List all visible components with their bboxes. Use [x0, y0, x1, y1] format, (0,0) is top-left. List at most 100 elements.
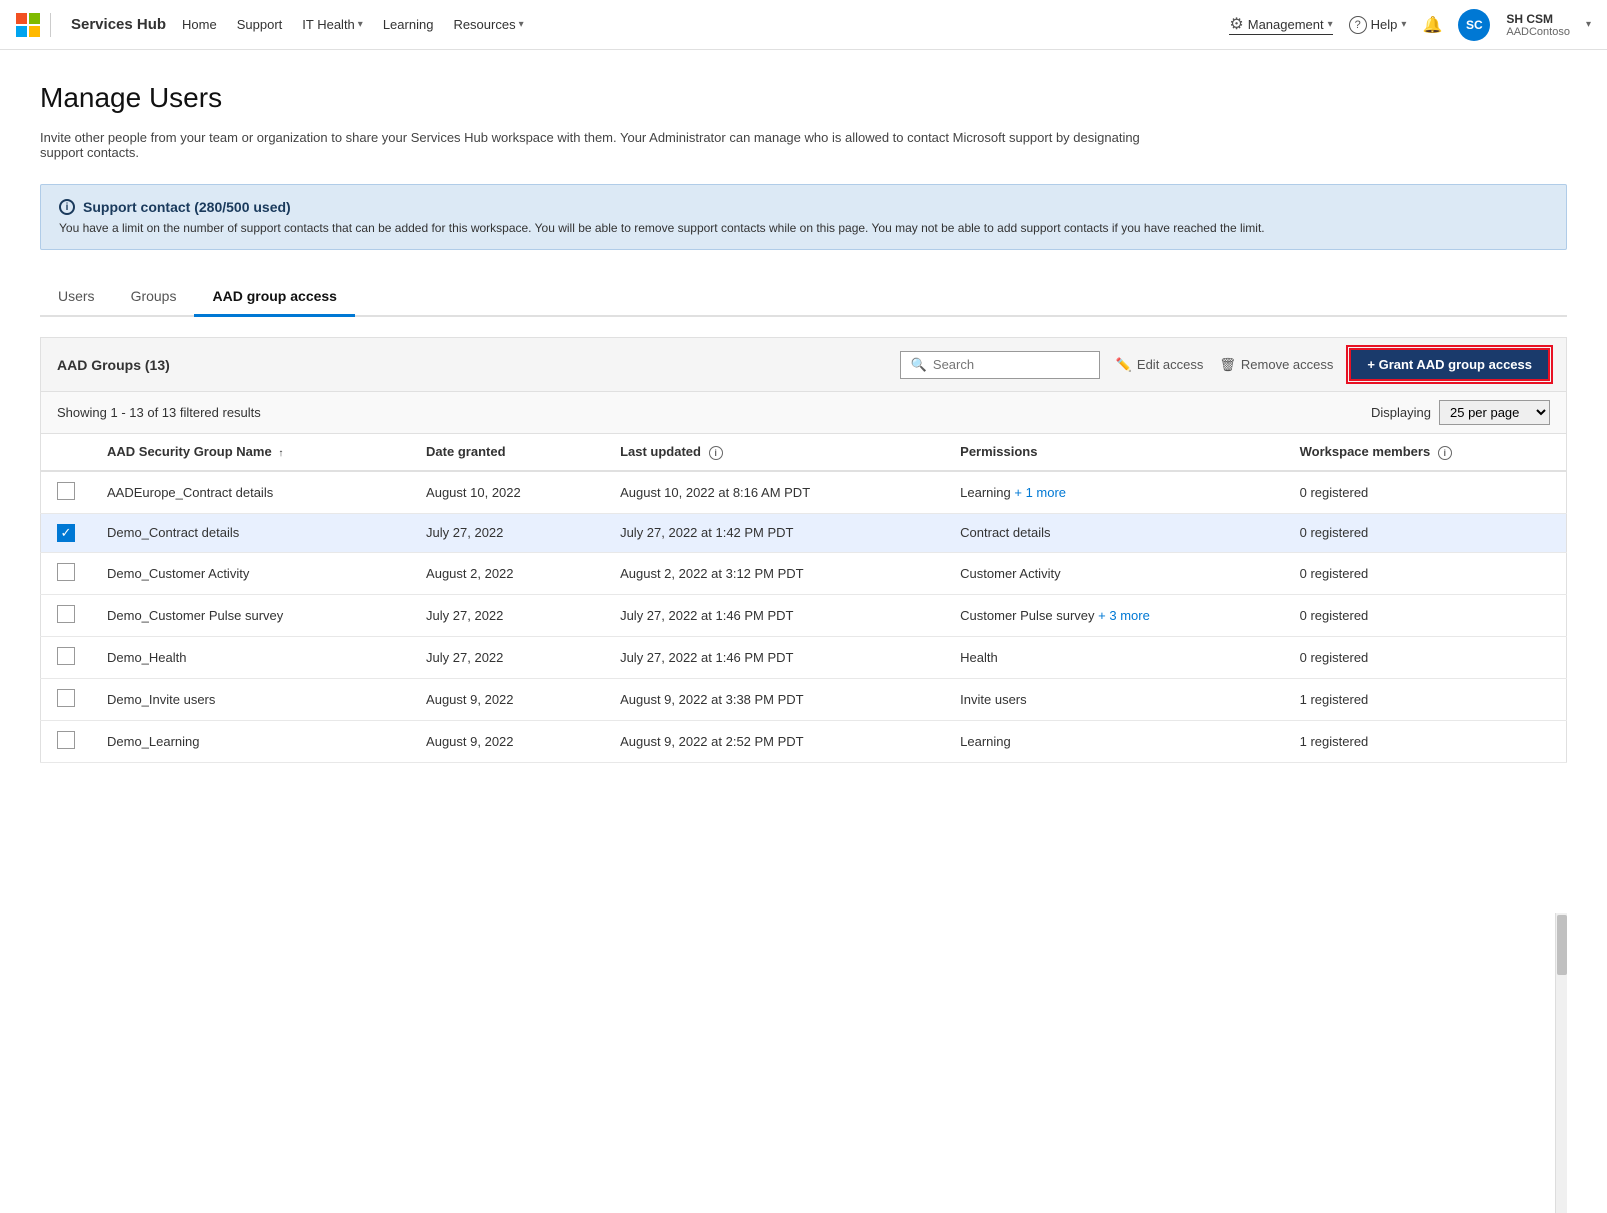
row-checkbox[interactable]	[57, 689, 75, 707]
row-date-granted: August 9, 2022	[410, 720, 604, 762]
row-last-updated: August 9, 2022 at 3:38 PM PDT	[604, 678, 944, 720]
col-last-updated[interactable]: Last updated i	[604, 434, 944, 471]
row-workspace-members: 1 registered	[1284, 678, 1567, 720]
row-group-name: Demo_Customer Activity	[91, 552, 410, 594]
row-permissions: Learning	[944, 720, 1283, 762]
brand-name: Services Hub	[71, 16, 166, 33]
row-checkbox[interactable]	[57, 647, 75, 665]
row-last-updated: July 27, 2022 at 1:42 PM PDT	[604, 513, 944, 552]
grant-aad-group-access-button[interactable]: + Grant AAD group access	[1349, 348, 1550, 381]
permissions-extra-link[interactable]: + 1 more	[1011, 485, 1066, 500]
page-title: Manage Users	[40, 82, 1567, 114]
toolbar-actions: ✏️ Edit access 🗑 Remove access + Grant A…	[1116, 348, 1550, 381]
page-description: Invite other people from your team or or…	[40, 130, 1140, 160]
edit-icon: ✏️	[1116, 357, 1132, 373]
table-row: Demo_Invite usersAugust 9, 2022August 9,…	[41, 678, 1567, 720]
tab-groups[interactable]: Groups	[113, 278, 195, 317]
edit-access-button[interactable]: ✏️ Edit access	[1116, 357, 1204, 373]
last-updated-info-icon[interactable]: i	[709, 446, 723, 460]
col-name[interactable]: AAD Security Group Name ↑	[91, 434, 410, 471]
notifications-icon[interactable]: 🔔	[1422, 15, 1442, 35]
trash-icon: 🗑	[1219, 357, 1236, 373]
row-last-updated: August 10, 2022 at 8:16 AM PDT	[604, 471, 944, 514]
table-toolbar: AAD Groups (13) 🔍 ✏️ Edit access 🗑 Remov…	[40, 337, 1567, 391]
row-checkbox[interactable]	[57, 605, 75, 623]
row-permissions: Health	[944, 636, 1283, 678]
nav-learning[interactable]: Learning	[383, 17, 434, 32]
row-date-granted: August 2, 2022	[410, 552, 604, 594]
col-checkbox	[41, 434, 92, 471]
per-page-select: Displaying 25 per page 50 per page 100 p…	[1371, 400, 1550, 425]
microsoft-logo	[16, 13, 40, 37]
row-date-granted: August 9, 2022	[410, 678, 604, 720]
displaying-label: Displaying	[1371, 405, 1431, 420]
nav-it-health[interactable]: IT Health ▾	[302, 17, 363, 32]
col-permissions: Permissions	[944, 434, 1283, 471]
row-workspace-members: 0 registered	[1284, 636, 1567, 678]
row-checkbox[interactable]	[57, 731, 75, 749]
search-box[interactable]: 🔍	[900, 351, 1100, 379]
row-workspace-members: 0 registered	[1284, 594, 1567, 636]
permissions-extra-link[interactable]: + 3 more	[1095, 608, 1150, 623]
help-button[interactable]: ? Help ▾	[1349, 16, 1407, 34]
workspace-members-info-icon[interactable]: i	[1438, 446, 1452, 460]
sort-asc-icon: ↑	[278, 448, 283, 459]
row-workspace-members: 1 registered	[1284, 720, 1567, 762]
table-row: Demo_Customer ActivityAugust 2, 2022Augu…	[41, 552, 1567, 594]
row-permissions: Customer Pulse survey + 3 more	[944, 594, 1283, 636]
it-health-chevron-icon: ▾	[358, 19, 363, 30]
header-right: ⚙ Management ▾ ? Help ▾ 🔔 SC SH CSM AADC…	[1229, 9, 1591, 41]
row-checkbox[interactable]	[57, 563, 75, 581]
row-last-updated: August 2, 2022 at 3:12 PM PDT	[604, 552, 944, 594]
row-checkbox[interactable]: ✓	[57, 524, 75, 542]
row-workspace-members: 0 registered	[1284, 552, 1567, 594]
search-input[interactable]	[933, 357, 1089, 372]
resources-chevron-icon: ▾	[519, 19, 524, 30]
row-group-name: Demo_Contract details	[91, 513, 410, 552]
support-banner-title: i Support contact (280/500 used)	[59, 199, 1548, 215]
row-checkbox[interactable]	[57, 482, 75, 500]
row-date-granted: August 10, 2022	[410, 471, 604, 514]
user-org: AADContoso	[1506, 26, 1570, 38]
col-date-granted[interactable]: Date granted	[410, 434, 604, 471]
tab-users[interactable]: Users	[40, 278, 113, 317]
info-icon: i	[59, 199, 75, 215]
table-container: AAD Security Group Name ↑ Date granted L…	[40, 433, 1567, 763]
row-date-granted: July 27, 2022	[410, 513, 604, 552]
user-chevron-icon: ▾	[1586, 19, 1591, 30]
nav-home[interactable]: Home	[182, 17, 217, 32]
tab-aad-group-access[interactable]: AAD group access	[194, 278, 354, 317]
row-permissions: Customer Activity	[944, 552, 1283, 594]
aad-groups-table: AAD Security Group Name ↑ Date granted L…	[40, 433, 1567, 763]
results-info: Showing 1 - 13 of 13 filtered results Di…	[40, 391, 1567, 433]
header: Services Hub Home Support IT Health ▾ Le…	[0, 0, 1607, 50]
scrollbar-thumb[interactable]	[1557, 915, 1567, 975]
row-date-granted: July 27, 2022	[410, 636, 604, 678]
row-permissions: Contract details	[944, 513, 1283, 552]
per-page-dropdown[interactable]: 25 per page 50 per page 100 per page	[1439, 400, 1550, 425]
row-last-updated: July 27, 2022 at 1:46 PM PDT	[604, 636, 944, 678]
management-button[interactable]: ⚙ Management ▾	[1229, 14, 1332, 35]
table-header-row: AAD Security Group Name ↑ Date granted L…	[41, 434, 1567, 471]
scrollbar-track[interactable]	[1555, 913, 1567, 1213]
remove-access-button[interactable]: 🗑 Remove access	[1219, 357, 1333, 373]
row-group-name: Demo_Invite users	[91, 678, 410, 720]
aad-groups-count: AAD Groups (13)	[57, 357, 900, 373]
nav-resources[interactable]: Resources ▾	[453, 17, 523, 32]
help-chevron-icon: ▾	[1401, 19, 1406, 30]
row-last-updated: August 9, 2022 at 2:52 PM PDT	[604, 720, 944, 762]
search-icon: 🔍	[911, 357, 927, 373]
row-group-name: Demo_Customer Pulse survey	[91, 594, 410, 636]
support-banner-text: You have a limit on the number of suppor…	[59, 221, 1548, 235]
table-row: Demo_Customer Pulse surveyJuly 27, 2022J…	[41, 594, 1567, 636]
user-avatar[interactable]: SC	[1458, 9, 1490, 41]
row-group-name: Demo_Health	[91, 636, 410, 678]
logo-area: Services Hub	[16, 13, 166, 37]
row-last-updated: July 27, 2022 at 1:46 PM PDT	[604, 594, 944, 636]
nav-support[interactable]: Support	[237, 17, 283, 32]
tabs: Users Groups AAD group access	[40, 278, 1567, 317]
table-row: Demo_HealthJuly 27, 2022July 27, 2022 at…	[41, 636, 1567, 678]
main-nav: Home Support IT Health ▾ Learning Resour…	[182, 17, 1229, 32]
user-info[interactable]: SH CSM AADContoso	[1506, 12, 1570, 38]
table-row: AADEurope_Contract detailsAugust 10, 202…	[41, 471, 1567, 514]
